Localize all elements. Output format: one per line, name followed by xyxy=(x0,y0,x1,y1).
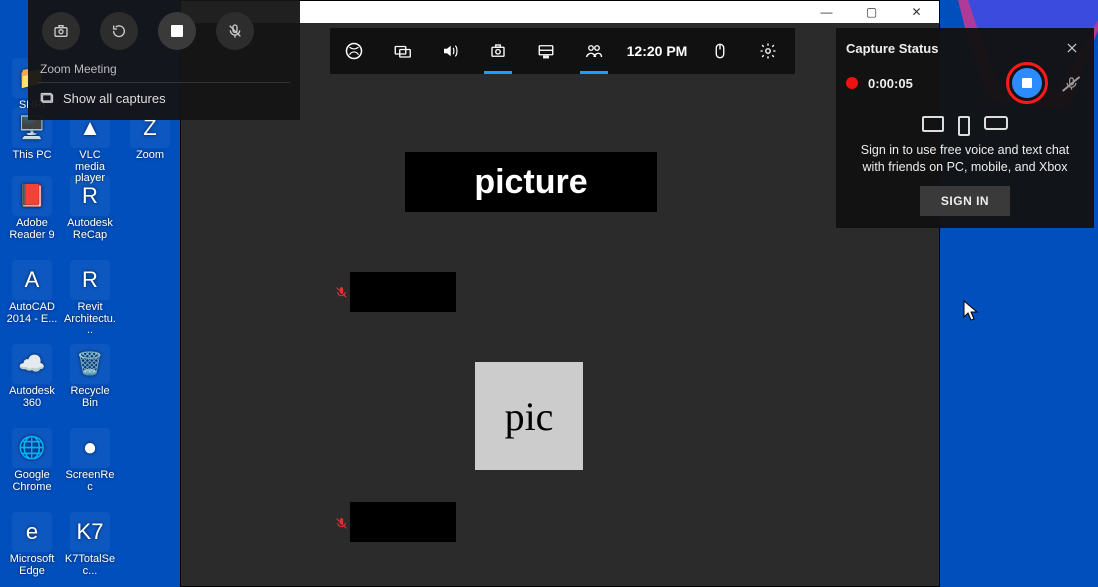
maximize-button[interactable]: ▢ xyxy=(849,1,894,23)
capture-icon[interactable] xyxy=(474,28,522,74)
console-icon xyxy=(984,116,1008,130)
mouse-icon[interactable] xyxy=(696,28,744,74)
desktop-icon-label: Recycle Bin xyxy=(64,386,116,409)
capture-target-label: Zoom Meeting xyxy=(38,60,290,82)
desktop-icon[interactable]: RAutodesk ReCap xyxy=(64,176,116,241)
desktop-icon-label: Zoom xyxy=(136,150,164,162)
signin-prompt-text: Sign in to use free voice and text chat … xyxy=(846,142,1084,176)
desktop-icon-label: Autodesk 360 xyxy=(6,386,58,409)
desktop-icon[interactable]: RRevit Architectu... xyxy=(64,260,116,337)
desktop-icon-label: Adobe Reader 9 xyxy=(6,218,58,241)
desktop-icon-glyph: 📕 xyxy=(12,176,52,216)
minimize-button[interactable]: — xyxy=(804,1,849,23)
participant-tile-avatar: pic xyxy=(475,362,583,470)
desktop-icon-glyph: R xyxy=(70,260,110,300)
phone-icon xyxy=(958,116,970,136)
desktop-icon[interactable]: 📕Adobe Reader 9 xyxy=(6,176,58,241)
stop-record-button[interactable] xyxy=(158,12,196,50)
performance-icon[interactable] xyxy=(522,28,570,74)
show-all-captures-button[interactable]: Show all captures xyxy=(38,82,290,114)
mic-off-icon[interactable] xyxy=(1058,70,1084,96)
close-button[interactable]: ✕ xyxy=(894,1,939,23)
avatar-label: pic xyxy=(505,393,554,440)
sign-in-button[interactable]: SIGN IN xyxy=(920,186,1010,216)
desktop-icon[interactable]: ⏺ScreenRec xyxy=(64,428,116,493)
xbox-social-icon[interactable] xyxy=(570,28,618,74)
desktop-icon-label: AutoCAD 2014 - E... xyxy=(6,302,58,325)
close-capture-status-button[interactable] xyxy=(1060,36,1084,60)
desktop-icon-glyph: e xyxy=(12,512,52,552)
gamebar-clock: 12:20 PM xyxy=(618,28,696,74)
desktop-icon-label: Google Chrome xyxy=(6,470,58,493)
recording-indicator-icon xyxy=(846,77,858,89)
audio-icon[interactable] xyxy=(426,28,474,74)
desktop-icon-glyph: ☁️ xyxy=(12,344,52,384)
screenshot-button[interactable] xyxy=(42,12,80,50)
pc-icon xyxy=(922,116,944,132)
recording-elapsed: 0:00:05 xyxy=(868,76,913,91)
participant-tile-large: picture xyxy=(405,152,657,212)
record-last-button[interactable] xyxy=(100,12,138,50)
broadcast-icon[interactable] xyxy=(378,28,426,74)
desktop-icon[interactable]: 🌐Google Chrome xyxy=(6,428,58,493)
device-icons xyxy=(846,106,1084,142)
desktop-icon-label: Microsoft Edge xyxy=(6,554,58,577)
desktop-icon[interactable]: K7K7TotalSec... xyxy=(64,512,116,577)
mic-muted-icon xyxy=(334,516,348,530)
settings-icon[interactable] xyxy=(744,28,792,74)
mic-muted-icon xyxy=(334,285,348,299)
capture-widget: Zoom Meeting Show all captures xyxy=(28,0,300,120)
capture-status-title: Capture Status xyxy=(846,41,938,56)
desktop-icon-glyph: 🌐 xyxy=(12,428,52,468)
desktop-icon-label: Autodesk ReCap xyxy=(64,218,116,241)
game-bar: 12:20 PM xyxy=(330,28,795,74)
desktop-icon[interactable]: 🗑️Recycle Bin xyxy=(64,344,116,409)
desktop-icon-glyph: 🗑️ xyxy=(70,344,110,384)
desktop-icon-glyph: ⏺ xyxy=(70,428,110,468)
desktop-icon-label: This PC xyxy=(12,150,51,162)
stop-recording-button[interactable] xyxy=(1012,68,1042,98)
desktop-icon[interactable]: AAutoCAD 2014 - E... xyxy=(6,260,58,325)
desktop-icon[interactable]: ☁️Autodesk 360 xyxy=(6,344,58,409)
desktop-icon-glyph: K7 xyxy=(70,512,110,552)
participant-tile-small-1 xyxy=(350,272,456,312)
desktop-icon[interactable]: eMicrosoft Edge xyxy=(6,512,58,577)
desktop-icon-label: K7TotalSec... xyxy=(64,554,116,577)
participant-tile-small-2 xyxy=(350,502,456,542)
mic-toggle-button[interactable] xyxy=(216,12,254,50)
show-all-captures-label: Show all captures xyxy=(63,91,166,106)
xbox-icon[interactable] xyxy=(330,28,378,74)
capture-status-panel: Capture Status 0:00:05 Sign in to use fr… xyxy=(836,28,1094,228)
desktop-icon-glyph: R xyxy=(70,176,110,216)
desktop-icon-glyph: A xyxy=(12,260,52,300)
desktop-icon-label: ScreenRec xyxy=(64,470,116,493)
desktop-icon-label: Revit Architectu... xyxy=(64,302,116,337)
participant-label: picture xyxy=(474,163,587,202)
